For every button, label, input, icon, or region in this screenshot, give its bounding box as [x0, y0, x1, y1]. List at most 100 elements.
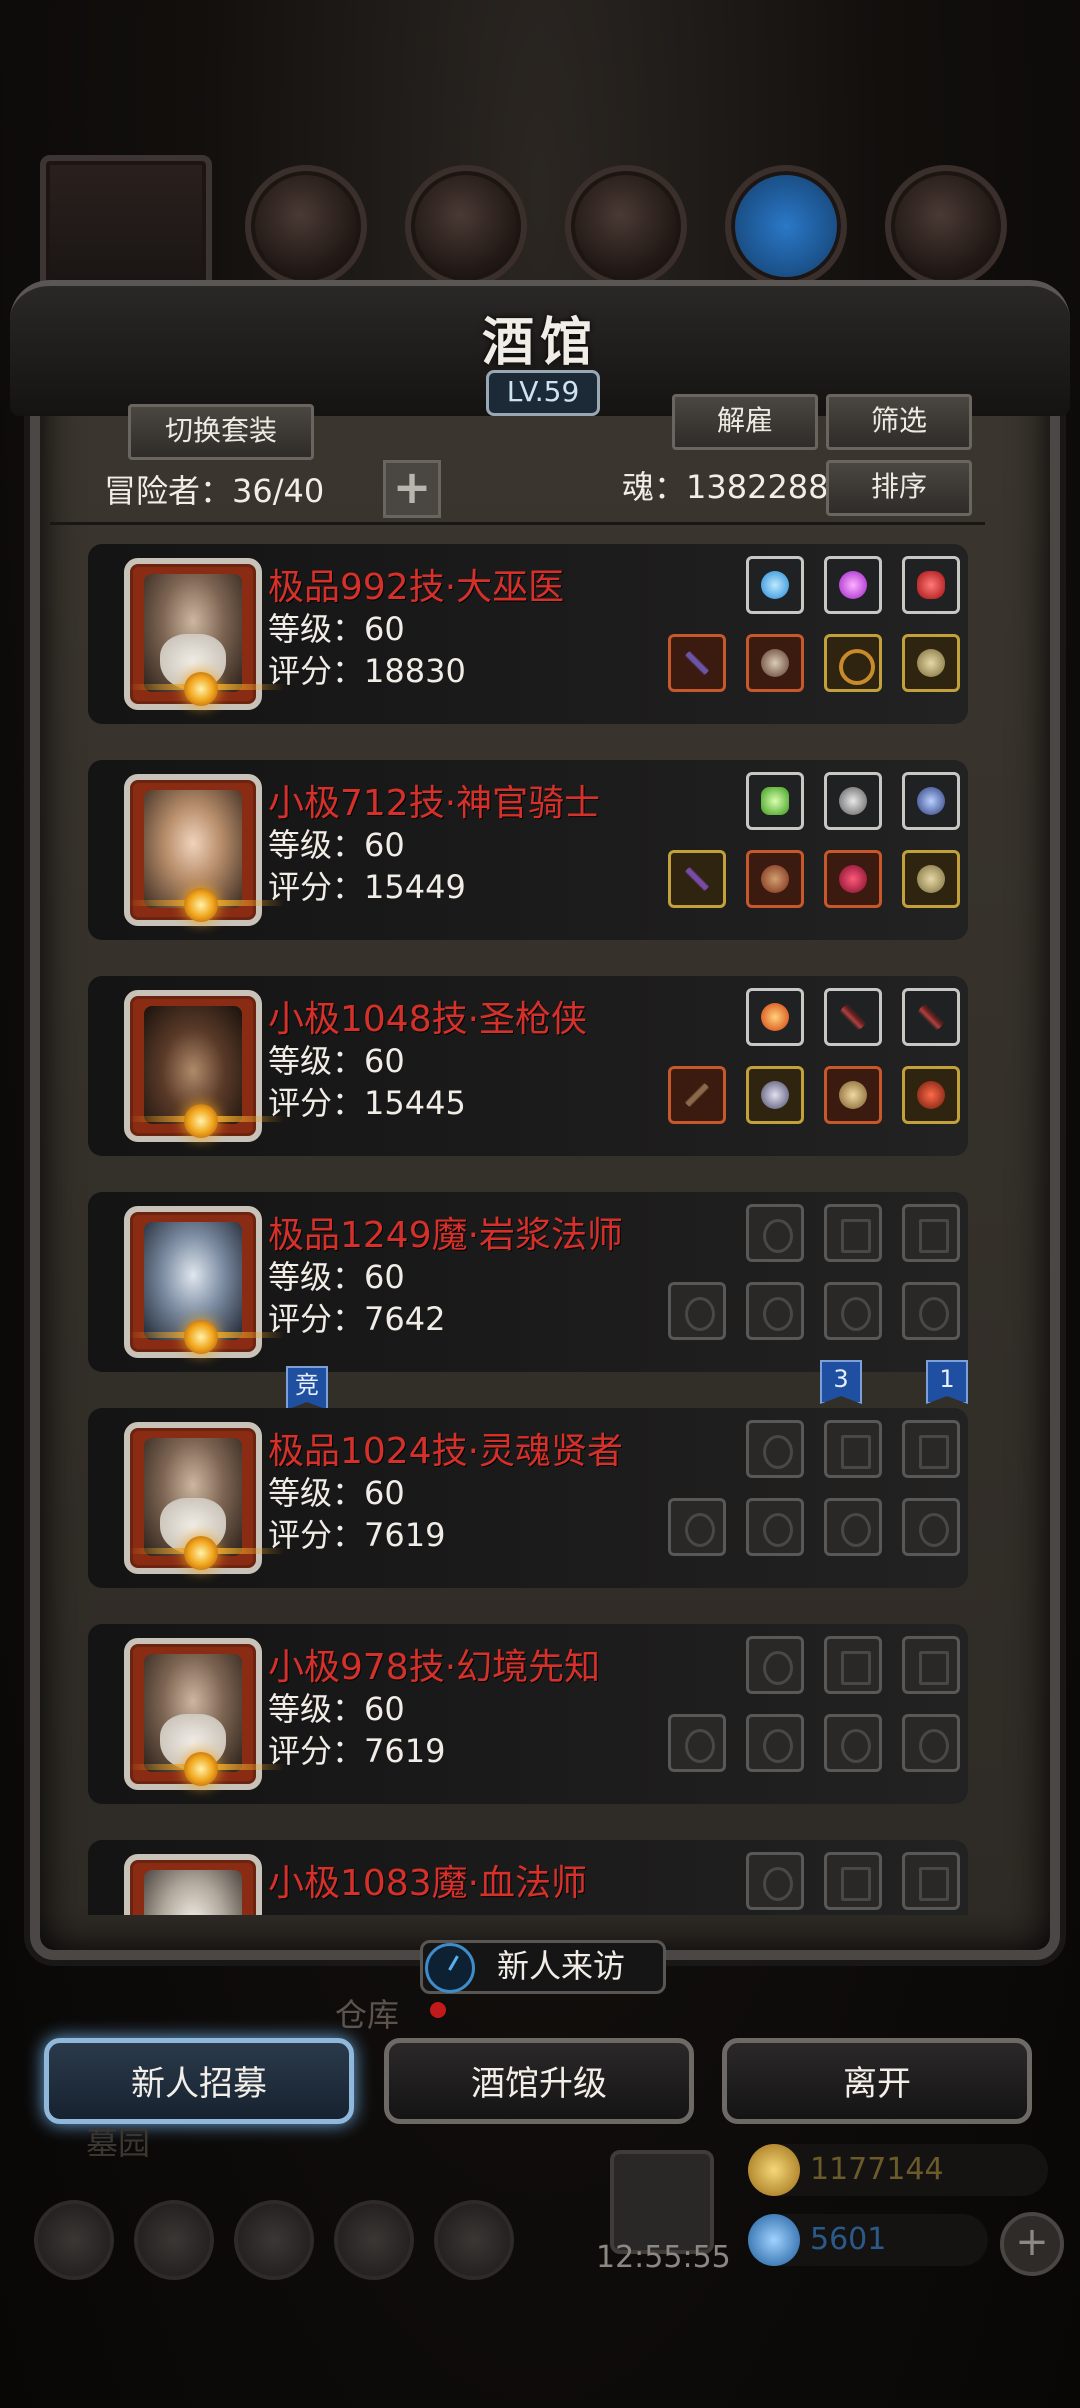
hero-card[interactable]: 小极1048技·圣枪侠 等级：60 评分：15445	[88, 976, 968, 1156]
hero-card[interactable]: 极品1024技·灵魂贤者 等级：60 评分：7619	[88, 1408, 968, 1588]
green-crystal-icon[interactable]	[746, 772, 804, 830]
hero-card[interactable]: 极品1249魔·岩浆法师 等级：60 评分：7642	[88, 1192, 968, 1372]
hero-name: 小极978技·幻境先知	[268, 1647, 601, 1688]
empty-hourglass-slot-icon[interactable]	[824, 1636, 882, 1694]
mace-weapon-icon[interactable]	[668, 850, 726, 908]
hero-level: 等级：60	[268, 1690, 405, 1728]
hero-name: 小极1048技·圣枪侠	[268, 999, 588, 1040]
gold-display: 1177144	[748, 2144, 1048, 2196]
team-tag: 1	[926, 1360, 968, 1404]
feather-icon[interactable]	[824, 988, 882, 1046]
team-tag: 3	[820, 1360, 862, 1404]
new-visitor-label: 新人来访	[497, 1947, 626, 1985]
empty-flame-slot-icon[interactable]	[746, 1204, 804, 1262]
hero-name: 小极1083魔·血法师	[268, 1863, 588, 1904]
plate-armor-icon[interactable]	[746, 850, 804, 908]
hero-level: 等级：60	[268, 1042, 405, 1080]
empty-ring-slot-icon[interactable]	[824, 1282, 882, 1340]
expand-capacity-button[interactable]: +	[383, 460, 441, 518]
recruit-button[interactable]: 新人招募	[44, 2038, 354, 2124]
empty-armor-slot-icon[interactable]	[746, 1714, 804, 1772]
add-currency-button[interactable]: +	[1000, 2212, 1064, 2276]
empty-ring-slot-icon[interactable]	[824, 1498, 882, 1556]
shoulder-armor-icon[interactable]	[824, 772, 882, 830]
empty-flame-slot-icon[interactable]	[746, 1852, 804, 1910]
gem-display: 5601	[748, 2214, 988, 2266]
page-title: 酒馆	[481, 312, 598, 373]
blue-gem-icon	[748, 2214, 800, 2266]
leave-button[interactable]: 离开	[722, 2038, 1032, 2124]
hero-card[interactable]: 极品992技·大巫医 等级：60 评分：18830	[88, 544, 968, 724]
mail-icon[interactable]	[334, 2200, 414, 2280]
empty-hourglass-slot-icon[interactable]	[902, 1636, 960, 1694]
red-charm-icon[interactable]	[824, 850, 882, 908]
dismiss-button[interactable]: 解雇	[672, 394, 818, 450]
armor-icon[interactable]	[746, 634, 804, 692]
purple-gem-icon[interactable]	[824, 556, 882, 614]
material-crystal-icon	[725, 165, 847, 287]
gun-weapon-icon[interactable]	[668, 1066, 726, 1124]
garden-label[interactable]: 墓园	[86, 2118, 150, 2164]
empty-hourglass-slot-icon[interactable]	[824, 1420, 882, 1478]
hero-card[interactable]: 小极1083魔·血法师	[88, 1840, 968, 1915]
empty-ring-slot-icon[interactable]	[902, 1282, 960, 1340]
feather-icon[interactable]	[902, 988, 960, 1046]
gift-box-icon[interactable]	[610, 2150, 714, 2254]
rank-emblem-icon	[184, 888, 218, 922]
arena-tag: 竞	[286, 1366, 328, 1410]
empty-hourglass-slot-icon[interactable]	[902, 1852, 960, 1910]
achievement-icon[interactable]	[134, 2200, 214, 2280]
empty-hourglass-slot-icon[interactable]	[902, 1420, 960, 1478]
tavern-level-badge: LV.59	[486, 370, 600, 416]
hero-card[interactable]: 小极712技·神官骑士 等级：60 评分：15449	[88, 760, 968, 940]
hero-level: 等级：60	[268, 1474, 405, 1512]
battle-icon[interactable]	[434, 2200, 514, 2280]
empty-hourglass-slot-icon[interactable]	[824, 1204, 882, 1262]
red-stone-icon[interactable]	[902, 556, 960, 614]
blue-orb-icon[interactable]	[746, 556, 804, 614]
empty-ring-slot-icon[interactable]	[902, 1714, 960, 1772]
material-iron-icon	[565, 165, 687, 287]
storage-label[interactable]: 仓库	[335, 1990, 399, 2036]
adventurer-count: 冒险者：36/40	[104, 472, 325, 510]
empty-weapon-slot-icon[interactable]	[668, 1282, 726, 1340]
empty-armor-slot-icon[interactable]	[746, 1282, 804, 1340]
hero-level: 等级：60	[268, 826, 405, 864]
hero-score: 评分：15445	[268, 1084, 466, 1122]
empty-flame-slot-icon[interactable]	[746, 1420, 804, 1478]
staff-weapon-icon[interactable]	[668, 634, 726, 692]
empty-ring-slot-icon[interactable]	[902, 1498, 960, 1556]
sort-button[interactable]: 排序	[826, 460, 972, 516]
hero-list[interactable]: 极品992技·大巫医 等级：60 评分：18830 小极712技·神官骑士 等级…	[50, 530, 985, 1915]
potion-icon[interactable]	[902, 772, 960, 830]
gauntlet-icon[interactable]	[902, 634, 960, 692]
hero-name: 极品1024技·灵魂贤者	[268, 1431, 624, 1472]
empty-flame-slot-icon[interactable]	[746, 1636, 804, 1694]
gold-coin-icon	[748, 2144, 800, 2196]
chest-armor-icon[interactable]	[746, 1066, 804, 1124]
hero-score: 评分：7619	[268, 1732, 446, 1770]
empty-armor-slot-icon[interactable]	[746, 1498, 804, 1556]
empty-hourglass-slot-icon[interactable]	[902, 1204, 960, 1262]
amulet-icon[interactable]	[902, 1066, 960, 1124]
tavern-upgrade-button[interactable]: 酒馆升级	[384, 2038, 694, 2124]
gauntlet-icon[interactable]	[902, 850, 960, 908]
empty-ring-slot-icon[interactable]	[824, 1714, 882, 1772]
settings-icon[interactable]	[34, 2200, 114, 2280]
hero-score: 评分：18830	[268, 652, 466, 690]
empty-weapon-slot-icon[interactable]	[668, 1714, 726, 1772]
switch-outfit-button[interactable]: 切换套装	[128, 404, 314, 460]
codex-icon[interactable]	[234, 2200, 314, 2280]
rank-emblem-icon	[184, 1752, 218, 1786]
helmet-icon[interactable]	[824, 1066, 882, 1124]
empty-hourglass-slot-icon[interactable]	[824, 1852, 882, 1910]
gem-amount: 5601	[810, 2222, 887, 2257]
fire-orb-icon[interactable]	[746, 988, 804, 1046]
hero-card[interactable]: 小极978技·幻境先知 等级：60 评分：7619	[88, 1624, 968, 1804]
ring-icon[interactable]	[824, 634, 882, 692]
hero-name: 小极712技·神官骑士	[268, 783, 601, 824]
new-visitor-button[interactable]: 新人来访	[420, 1940, 666, 1994]
empty-weapon-slot-icon[interactable]	[668, 1498, 726, 1556]
filter-button[interactable]: 筛选	[826, 394, 972, 450]
hero-score: 评分：7619	[268, 1516, 446, 1554]
